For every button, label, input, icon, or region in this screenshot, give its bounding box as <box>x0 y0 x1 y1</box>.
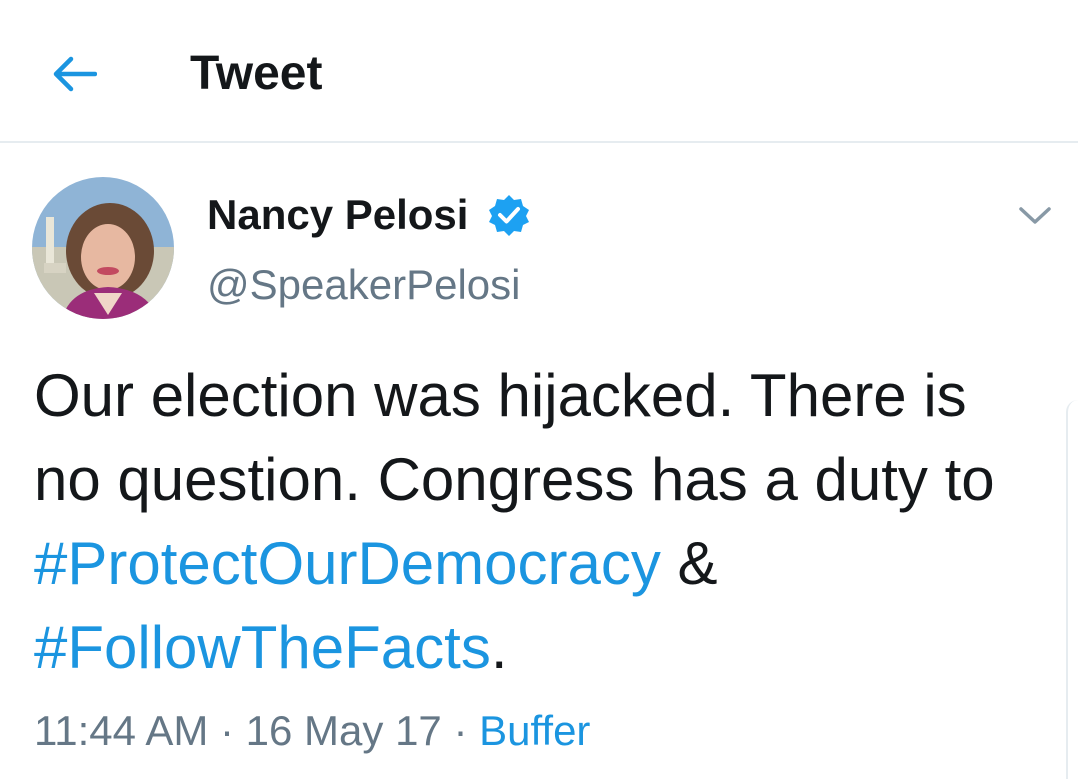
avatar-photo <box>32 177 174 319</box>
back-button[interactable] <box>40 46 108 102</box>
author-name[interactable]: Nancy Pelosi <box>207 188 468 242</box>
avatar[interactable] <box>32 177 174 319</box>
meta-separator: · <box>441 707 480 754</box>
verified-badge-icon <box>489 195 529 236</box>
tweet-time: 11:44 AM <box>34 707 209 754</box>
page-title: Tweet <box>190 47 323 100</box>
chevron-down-icon <box>1019 207 1051 224</box>
tweet-source-link[interactable]: Buffer <box>479 707 590 754</box>
tweet-text-part: Our election was hijacked. There is no q… <box>34 362 995 513</box>
hashtag-link-protectourdemocracy[interactable]: #ProtectOurDemocracy <box>34 530 661 597</box>
tweet-menu-button[interactable] <box>1010 196 1060 236</box>
hashtag-link-followthefacts[interactable]: #FollowTheFacts <box>34 614 491 681</box>
tweet-text: Our election was hijacked. There is no q… <box>34 354 1044 690</box>
tweet-date: 16 May 17 <box>245 707 442 754</box>
tweet-text-part: . <box>490 614 508 681</box>
arrow-left-icon <box>53 56 97 92</box>
top-app-bar: Tweet <box>0 0 1078 143</box>
tweet-metadata: 11:44 AM · 16 May 17 · Buffer <box>34 702 590 760</box>
meta-separator: · <box>208 707 246 754</box>
panel-edge <box>1066 400 1078 779</box>
tweet-text-part: & <box>660 530 718 597</box>
author-handle[interactable]: @SpeakerPelosi <box>207 258 520 312</box>
